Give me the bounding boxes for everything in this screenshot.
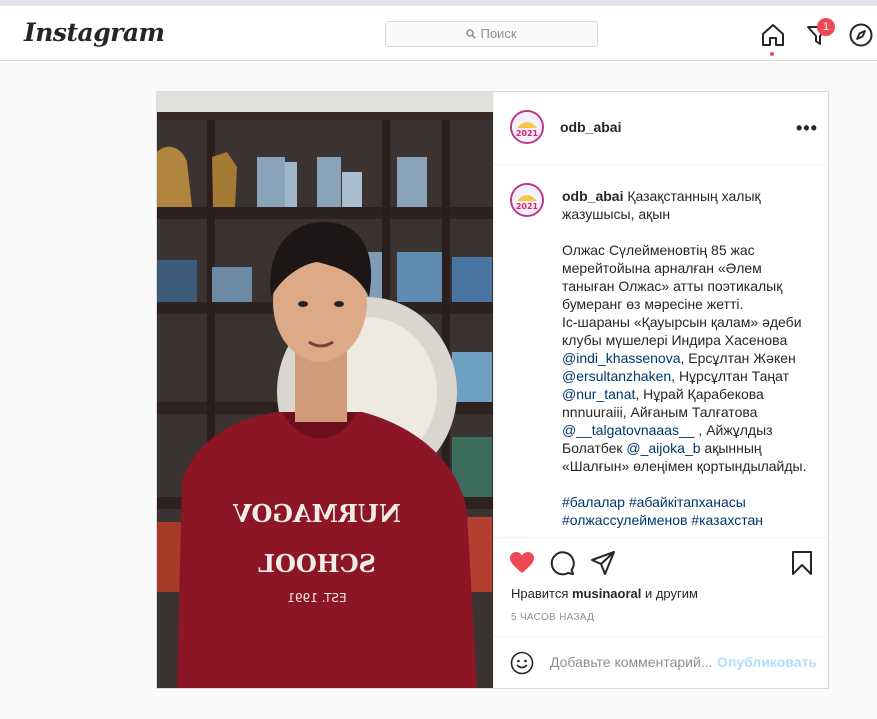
mention-link[interactable]: @nur_tanat — [562, 386, 635, 402]
hashtag-links[interactable]: #балалар #абайкітапханасы — [562, 494, 746, 510]
post-video[interactable]: NURMAGOV SCHOOL EST. 1991 — [157, 92, 493, 688]
post-caption: odb_abai Қазақстанның халық жазушысы, ақ… — [562, 187, 812, 537]
more-options-icon[interactable]: ••• — [796, 118, 818, 139]
mention-link[interactable]: @_aijoka_b — [626, 440, 700, 456]
explore-icon[interactable] — [848, 22, 874, 48]
emoji-icon[interactable] — [510, 651, 534, 680]
caption-scroll[interactable]: 2021 odb_abai Қазақстанның халық жазушыс… — [494, 165, 828, 537]
hashtag-links-2[interactable]: #олжассулейменов #казахстан — [562, 512, 763, 528]
likes-summary: Нравится musinaoral и другим — [511, 586, 698, 601]
top-nav-bar: Instagram Поиск 1 — [0, 6, 877, 61]
caption-text: , Ерсұлтан Жәкен — [680, 350, 796, 366]
caption-text: , Нұрсұлтан Таңат — [671, 368, 790, 384]
likes-suffix[interactable]: и другим — [641, 586, 698, 601]
post-actions: Нравится musinaoral и другим 5 ЧАСОВ НАЗ… — [494, 537, 828, 688]
instagram-logo[interactable]: Instagram — [24, 18, 165, 47]
mention-link[interactable]: @ersultanzhaken — [562, 368, 671, 384]
mention-link[interactable]: @__talgatovnaaas__ — [562, 422, 695, 438]
post-card: NURMAGOV SCHOOL EST. 1991 2021 odb_abai … — [156, 91, 829, 689]
caption-avatar-text: 2021 — [516, 202, 539, 211]
comment-input[interactable]: Добавьте комментарий... — [550, 654, 712, 670]
bookmark-icon[interactable] — [789, 550, 815, 576]
hoodie-text-2: SCHOOL — [258, 549, 376, 578]
home-active-dot — [770, 52, 774, 56]
comment-icon[interactable] — [550, 550, 576, 576]
search-icon — [466, 23, 477, 47]
post-timestamp[interactable]: 5 ЧАСОВ НАЗАД — [511, 612, 594, 623]
home-icon[interactable] — [760, 22, 786, 48]
publish-button[interactable]: Опубликовать — [717, 654, 817, 670]
search-input[interactable]: Поиск — [385, 21, 598, 47]
avatar[interactable]: 2021 — [510, 110, 544, 144]
hoodie-text-1: NURMAGOV — [233, 499, 401, 528]
caption-avatar[interactable]: 2021 — [510, 183, 544, 217]
post-sidebar: 2021 odb_abai ••• 2021 odb_abai Қазақста… — [493, 92, 828, 688]
notification-badge: 1 — [817, 18, 835, 36]
post-username[interactable]: odb_abai — [560, 119, 621, 135]
comment-form: Добавьте комментарий... Опубликовать — [494, 636, 828, 689]
search-placeholder: Поиск — [480, 26, 517, 41]
likes-user-link[interactable]: musinaoral — [572, 586, 641, 601]
post-header: 2021 odb_abai ••• — [494, 92, 828, 165]
mention-link[interactable]: @indi_khassenova — [562, 350, 681, 366]
likes-prefix: Нравится — [511, 586, 572, 601]
caption-username[interactable]: odb_abai — [562, 188, 623, 204]
like-heart-icon[interactable] — [509, 550, 535, 576]
avatar-text: 2021 — [516, 129, 539, 138]
share-icon[interactable] — [590, 550, 616, 576]
hoodie-text-3: EST. 1991 — [287, 591, 346, 605]
caption-body: Олжас Сүлейменовтің 85 жас мерейтойына а… — [562, 242, 802, 348]
